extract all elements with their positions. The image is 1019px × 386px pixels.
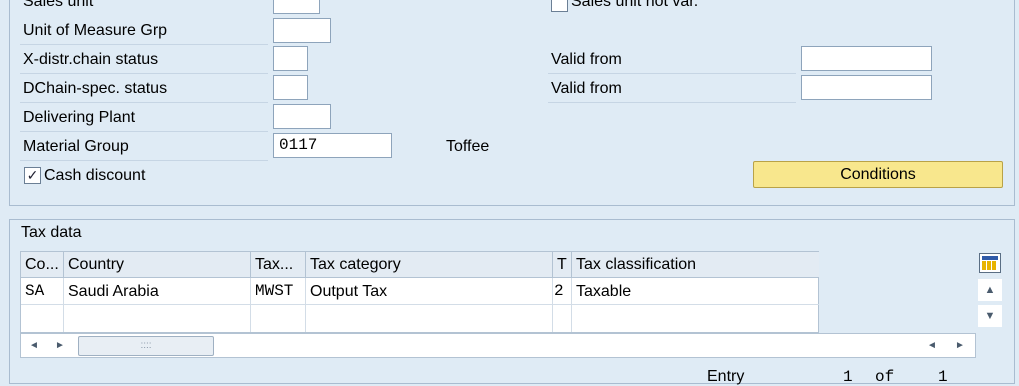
- material-group-input[interactable]: 0117: [273, 133, 392, 158]
- entry-of-label: of: [875, 368, 895, 386]
- valid-from-label-1: Valid from: [551, 51, 622, 68]
- material-group-label: Material Group: [23, 138, 129, 155]
- row-separator: [20, 131, 268, 132]
- cash-discount-label: Cash discount: [44, 167, 146, 184]
- column-header-country[interactable]: Country: [64, 252, 251, 278]
- table-cell-empty[interactable]: [251, 305, 306, 332]
- row-separator: [20, 44, 268, 45]
- valid-from-input-2[interactable]: [801, 75, 932, 100]
- table-cell-t[interactable]: 2: [553, 278, 572, 305]
- valid-from-input-1[interactable]: [801, 46, 932, 71]
- table-cell-tax-classification[interactable]: Taxable: [572, 278, 819, 305]
- table-cell-empty[interactable]: [21, 305, 64, 332]
- table-cell-country-code[interactable]: SA: [21, 278, 64, 305]
- cash-discount-checkbox[interactable]: ✓: [24, 167, 41, 184]
- tax-data-title: Tax data: [21, 224, 82, 241]
- table-settings-icon[interactable]: [979, 253, 1001, 273]
- row-separator: [20, 102, 268, 103]
- delivering-plant-input[interactable]: [273, 104, 331, 129]
- table-cell-tax-type[interactable]: MWST: [251, 278, 306, 305]
- table-cell-empty[interactable]: [572, 305, 819, 332]
- scroll-left-icon[interactable]: ◄: [925, 337, 939, 355]
- entry-current: 1: [843, 368, 853, 386]
- entry-label: Entry: [707, 368, 745, 385]
- entry-total: 1: [938, 368, 948, 386]
- x-distr-chain-status-input[interactable]: [273, 46, 308, 71]
- row-separator: [548, 102, 796, 103]
- delivering-plant-label: Delivering Plant: [23, 109, 136, 126]
- sales-unit-not-var-label: Sales unit not var.: [571, 0, 699, 10]
- sales-unit-label: Sales unit: [23, 0, 94, 10]
- row-separator: [20, 160, 268, 161]
- column-header-tax-classification[interactable]: Tax classification: [572, 252, 819, 278]
- scroll-right-icon[interactable]: ►: [953, 337, 967, 355]
- tax-table: Co... Country Tax... Tax category T Tax …: [20, 251, 819, 333]
- table-cell-empty[interactable]: [64, 305, 251, 332]
- sales-unit-not-var-checkbox[interactable]: [551, 0, 568, 12]
- scrollbar-thumb[interactable]: ::::: [78, 336, 214, 356]
- column-header-tax-type[interactable]: Tax...: [251, 252, 306, 278]
- scroll-down-icon[interactable]: ▼: [978, 305, 1002, 327]
- unit-of-measure-grp-input[interactable]: [273, 18, 331, 43]
- x-distr-chain-status-label: X-distr.chain status: [23, 51, 159, 68]
- scroll-right-icon[interactable]: ►: [53, 337, 67, 355]
- valid-from-label-2: Valid from: [551, 80, 622, 97]
- table-horizontal-scrollbar[interactable]: ◄ ► ::::: [20, 333, 976, 358]
- scroll-up-icon[interactable]: ▲: [978, 279, 1002, 301]
- unit-of-measure-grp-label: Unit of Measure Grp: [23, 22, 168, 39]
- table-vertical-controls: ▲ ▼: [976, 251, 1004, 333]
- conditions-button[interactable]: Conditions: [753, 161, 1003, 188]
- scroll-left-icon[interactable]: ◄: [27, 337, 41, 355]
- column-header-country-code[interactable]: Co...: [21, 252, 64, 278]
- dchain-spec-status-label: DChain-spec. status: [23, 80, 168, 97]
- material-group-description: Toffee: [446, 138, 490, 155]
- row-separator: [20, 73, 268, 74]
- row-separator: [548, 73, 796, 74]
- table-cell-empty[interactable]: [306, 305, 553, 332]
- checkmark-icon: ✓: [26, 167, 39, 183]
- sales-unit-input[interactable]: [273, 0, 320, 14]
- table-cell-country[interactable]: Saudi Arabia: [64, 278, 251, 305]
- table-cell-empty[interactable]: [553, 305, 572, 332]
- column-header-t[interactable]: T: [553, 252, 572, 278]
- table-cell-tax-category[interactable]: Output Tax: [306, 278, 553, 305]
- column-scroll-controls: ◄ ►: [921, 336, 976, 356]
- dchain-spec-status-input[interactable]: [273, 75, 308, 100]
- column-header-tax-category[interactable]: Tax category: [306, 252, 553, 278]
